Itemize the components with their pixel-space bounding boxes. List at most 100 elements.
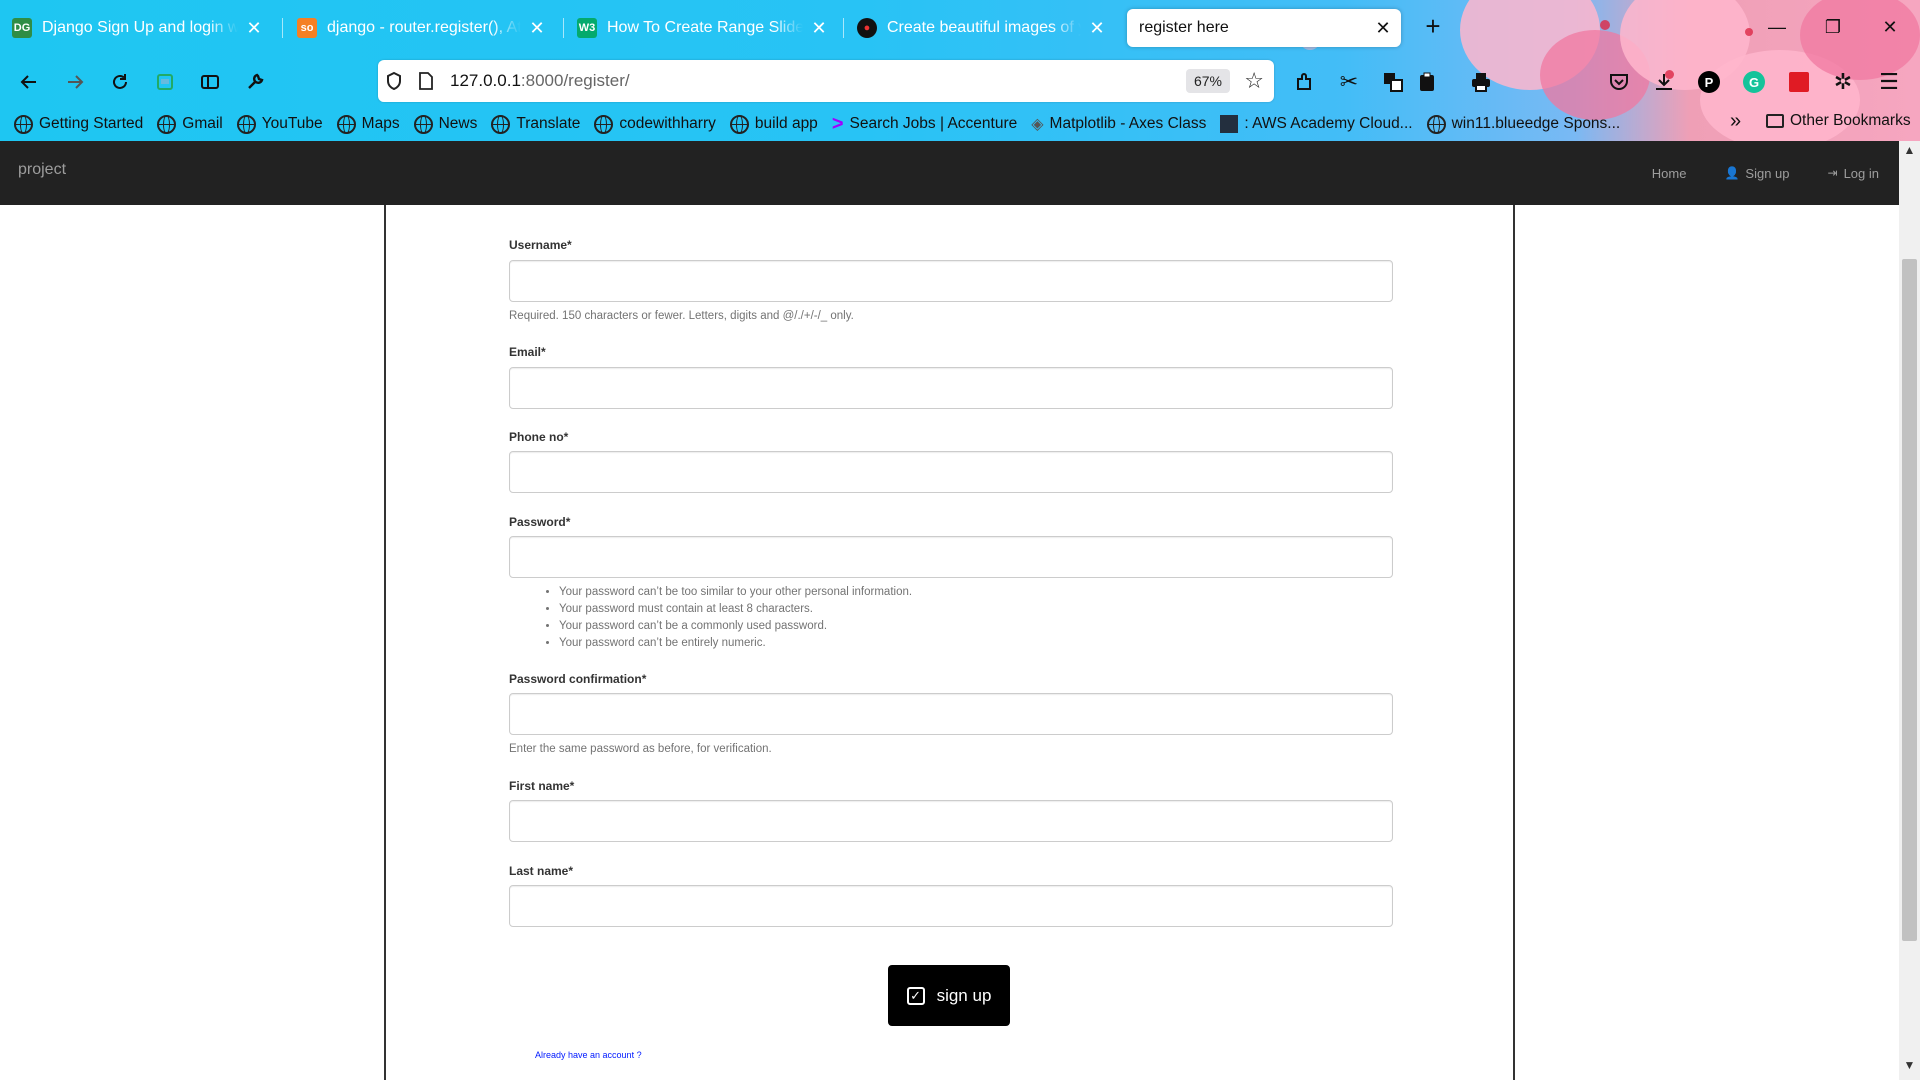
tab-title: How To Create Range Sliders	[607, 19, 803, 36]
bookmark-star-icon[interactable]: ☆	[1244, 68, 1264, 94]
bookmark-item[interactable]: YouTube	[236, 114, 323, 134]
bookmark-item[interactable]: ◈ Matplotlib - Axes Class	[1031, 114, 1206, 134]
pocket-icon[interactable]	[1602, 65, 1636, 99]
reload-button[interactable]	[103, 65, 137, 99]
password-input[interactable]	[509, 536, 1393, 578]
close-window-button[interactable]: ✕	[1875, 12, 1905, 42]
nav-home-link[interactable]: Home	[1652, 166, 1687, 181]
bookmark-label: Search Jobs | Accenture	[849, 115, 1018, 132]
bookmark-item[interactable]: build app	[729, 114, 818, 134]
password-rule: Your password can’t be a commonly used p…	[559, 618, 912, 635]
tab-code-images[interactable]: ● Create beautiful images of your code ✕	[845, 9, 1115, 47]
tab-divider	[843, 18, 844, 38]
favicon-icon: DG	[12, 18, 32, 38]
grammarly-icon[interactable]: G	[1737, 65, 1771, 99]
login-link[interactable]: Already have an account ?	[535, 1050, 642, 1060]
globe-icon	[157, 114, 177, 134]
bookmark-label: build app	[754, 115, 818, 132]
bookmark-item[interactable]: Gmail	[157, 114, 223, 134]
pdf-extension-icon[interactable]	[1782, 65, 1816, 99]
nav-login-link[interactable]: ⇥ Log in	[1828, 166, 1879, 181]
password-confirmation-input[interactable]	[509, 693, 1393, 735]
page-icon[interactable]	[410, 71, 442, 91]
bookmark-label: win11.blueedge Spons...	[1451, 115, 1621, 132]
new-tab-button[interactable]: +	[1418, 12, 1448, 42]
bookmark-item[interactable]: > Search Jobs | Accenture	[832, 113, 1017, 136]
sidebar-icon[interactable]	[193, 65, 227, 99]
site-nav-links: Home 👤 Sign up ⇥ Log in	[1614, 141, 1879, 205]
scroll-up-icon[interactable]: ▲	[1899, 143, 1920, 163]
sign-up-label: sign up	[936, 985, 992, 1005]
close-icon[interactable]: ✕	[1087, 18, 1107, 39]
scrollbar-thumb[interactable]	[1902, 259, 1917, 941]
username-help: Required. 150 characters or fewer. Lette…	[509, 310, 854, 322]
close-icon[interactable]: ✕	[1373, 18, 1393, 39]
bookmark-item[interactable]: Translate	[491, 114, 581, 134]
close-icon[interactable]: ✕	[527, 18, 547, 39]
username-input[interactable]	[509, 260, 1393, 302]
minimize-button[interactable]: —	[1762, 12, 1792, 42]
tab-title: Create beautiful images of your code	[887, 19, 1081, 36]
scroll-down-icon[interactable]: ▼	[1899, 1058, 1920, 1078]
login-icon: ⇥	[1827, 166, 1838, 180]
bookmarks-bar: Getting Started Gmail YouTube Maps News …	[0, 108, 1920, 140]
bookmark-item[interactable]: win11.blueedge Spons...	[1426, 114, 1621, 134]
password-rule: Your password must contain at least 8 ch…	[559, 601, 912, 618]
other-bookmarks[interactable]: Other Bookmarks	[1766, 112, 1911, 130]
bookmark-item[interactable]: Maps	[336, 114, 400, 134]
bookmark-label: Matplotlib - Axes Class	[1049, 115, 1207, 132]
sign-up-button[interactable]: ✓ sign up	[888, 965, 1010, 1026]
bookmark-item[interactable]: codewithharry	[594, 114, 716, 134]
globe-icon	[1426, 114, 1446, 134]
nav-login-label: Log in	[1843, 165, 1879, 181]
tab-strip: DG Django Sign Up and login with ✕ so dj…	[0, 0, 1920, 55]
vertical-scrollbar[interactable]: ▲ ▼	[1899, 141, 1920, 1080]
back-button[interactable]	[12, 65, 46, 99]
downloads-icon[interactable]	[1647, 65, 1681, 99]
bookmark-item[interactable]: Getting Started	[14, 114, 143, 134]
tab-title: django - router.register(), AttributeErr…	[327, 19, 521, 36]
bookmark-label: Translate	[516, 115, 581, 132]
menu-icon[interactable]: ☰	[1872, 65, 1906, 99]
scissors-icon[interactable]: ✂	[1332, 65, 1366, 99]
translate-icon[interactable]	[1376, 65, 1410, 99]
first-name-input[interactable]	[509, 800, 1393, 842]
extension-puzzle-icon[interactable]: ✲	[1826, 65, 1860, 99]
phone-input[interactable]	[509, 451, 1393, 493]
password-rule: Your password can’t be too similar to yo…	[559, 584, 912, 601]
accenture-icon: >	[831, 112, 844, 135]
screenshot-icon[interactable]	[148, 65, 182, 99]
favicon-icon: W3	[577, 18, 597, 38]
password-label: Password*	[509, 515, 571, 529]
chevron-double-right-icon[interactable]: »	[1730, 110, 1741, 133]
restore-button[interactable]: ❐	[1818, 12, 1848, 42]
tab-range-sliders[interactable]: W3 How To Create Range Sliders ✕	[565, 9, 837, 47]
close-icon[interactable]: ✕	[809, 18, 829, 39]
profile-icon[interactable]: P	[1692, 65, 1726, 99]
address-bar[interactable]: 127.0.0.1:8000/register/ 67% ☆	[378, 60, 1274, 102]
email-label: Email*	[509, 345, 546, 359]
tab-register[interactable]: register here ✕	[1127, 9, 1401, 47]
browser-chrome: DG Django Sign Up and login with ✕ so dj…	[0, 0, 1920, 141]
print-icon[interactable]	[1464, 65, 1498, 99]
globe-icon	[336, 114, 356, 134]
last-name-input[interactable]	[509, 885, 1393, 927]
page-content: Username* Required. 150 characters or fe…	[0, 205, 1899, 1080]
bookmark-label: Maps	[361, 115, 400, 132]
tab-django-router[interactable]: so django - router.register(), Attribute…	[285, 9, 555, 47]
tab-django-signup[interactable]: DG Django Sign Up and login with ✕	[0, 9, 272, 47]
bookmark-item[interactable]: News	[413, 114, 477, 134]
clipboard-icon[interactable]	[1410, 65, 1444, 99]
nav-signup-link[interactable]: 👤 Sign up	[1724, 166, 1789, 181]
bookmark-item[interactable]: : AWS Academy Cloud...	[1220, 115, 1413, 133]
navigation-toolbar: 127.0.0.1:8000/register/ 67% ☆ ✂ P G ✲ …	[0, 57, 1920, 105]
user-icon: 👤	[1724, 166, 1740, 180]
wrench-icon[interactable]	[238, 65, 272, 99]
shield-icon[interactable]	[378, 71, 410, 91]
forward-button[interactable]	[58, 65, 92, 99]
zoom-level[interactable]: 67%	[1185, 69, 1230, 93]
email-input[interactable]	[509, 367, 1393, 409]
close-icon[interactable]: ✕	[244, 18, 264, 39]
extensions-icon[interactable]	[1288, 65, 1322, 99]
site-brand[interactable]: project	[18, 161, 66, 179]
